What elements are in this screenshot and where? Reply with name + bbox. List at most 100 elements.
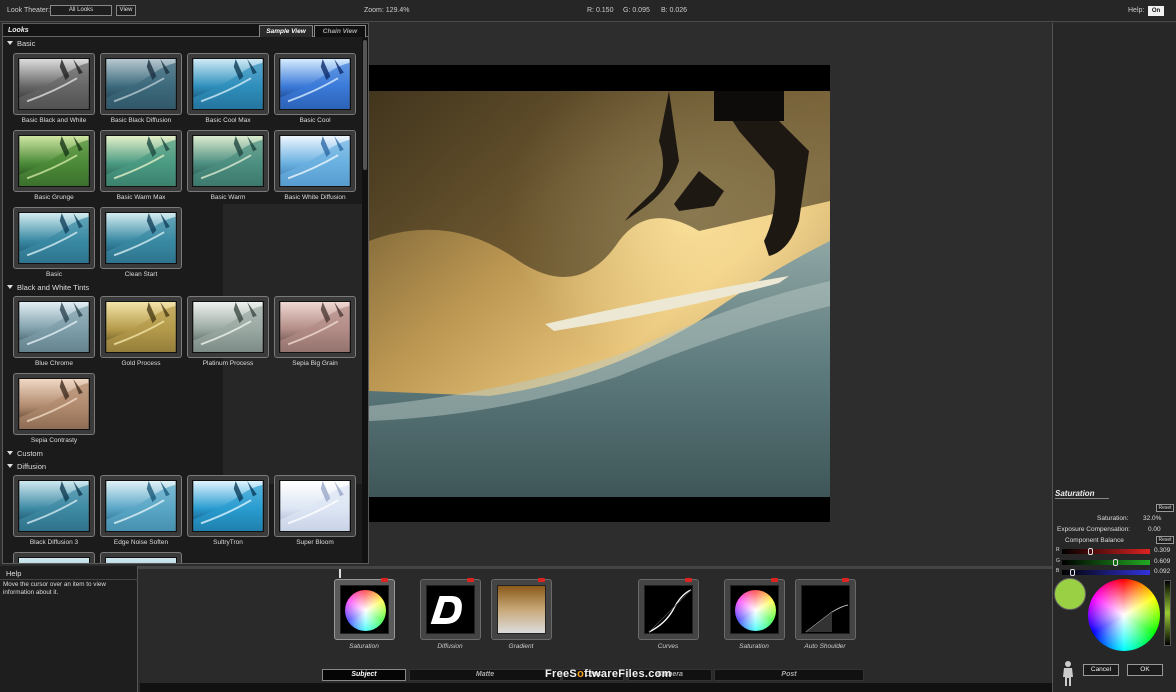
collapse-triangle-icon	[7, 285, 13, 289]
component-balance-label: Component Balance	[1065, 537, 1124, 544]
preview-image[interactable]	[369, 91, 830, 497]
exposure-value[interactable]: 0.00	[1148, 526, 1161, 533]
cancel-button[interactable]: Cancel	[1083, 664, 1119, 676]
color-swatch[interactable]	[1054, 578, 1086, 610]
reset-balance-button[interactable]: Reset	[1156, 536, 1174, 544]
tab-sample-view[interactable]: Sample View	[259, 25, 313, 37]
look-thumbnail[interactable]: Gold Process	[100, 296, 182, 374]
thumbnail-frame	[187, 475, 269, 537]
tool-saturation[interactable]	[334, 578, 395, 640]
surfer-photo-image	[369, 91, 830, 497]
look-thumbnail[interactable]: Basic Warm Max	[100, 130, 182, 208]
help-toggle[interactable]: On	[1148, 6, 1164, 16]
tool-curves[interactable]	[638, 578, 699, 640]
slider-knob[interactable]	[1087, 548, 1093, 555]
look-thumbnail[interactable]: Basic White Diffusion	[274, 130, 356, 208]
saturation-value[interactable]: 32.0%	[1143, 515, 1161, 522]
category-matte[interactable]: Matte	[409, 669, 561, 681]
slider-knob[interactable]	[1069, 569, 1075, 576]
look-thumbnail[interactable]: Sepia Contrasty	[13, 373, 95, 451]
tab-chain-view[interactable]: Chain View	[314, 25, 366, 37]
g-readout: G: 0.095	[623, 7, 650, 14]
look-thumbnail[interactable]: Basic Warm	[187, 130, 269, 208]
color-wheel-icon	[730, 585, 779, 634]
thumbnail-frame	[13, 475, 95, 537]
b-readout: B: 0.026	[661, 7, 688, 14]
reset-saturation-button[interactable]: Reset	[1156, 504, 1174, 512]
look-preview-image	[279, 58, 351, 110]
curves-icon	[644, 585, 693, 634]
look-name: Basic	[46, 271, 62, 278]
look-thumbnail[interactable]: Edge Noise Soften	[100, 475, 182, 553]
r-balance-slider[interactable]	[1062, 548, 1150, 555]
r-balance-value[interactable]: 0.309	[1154, 547, 1170, 554]
look-preview-image	[192, 135, 264, 187]
look-thumbnail[interactable]: Clean Start	[100, 207, 182, 285]
look-name: Basic White Diffusion	[284, 194, 346, 201]
r-readout: R: 0.150	[587, 7, 614, 14]
look-thumbnail[interactable]: Basic	[13, 207, 95, 285]
g-balance-slider[interactable]	[1062, 559, 1150, 566]
look-thumbnail[interactable]: Super Bloom	[274, 475, 356, 553]
saturation-label: Saturation:	[1097, 515, 1129, 522]
section-basic[interactable]: Basic	[7, 39, 362, 49]
tool-label: Gradient	[508, 643, 534, 650]
b-channel-label: B	[1056, 568, 1060, 574]
tool-reset-mark[interactable]	[538, 578, 545, 582]
look-thumbnail[interactable]: Basic Black and White	[13, 53, 95, 131]
tool-reset-mark[interactable]	[771, 578, 778, 582]
look-name: Platinum Process	[202, 360, 254, 367]
tool-reset-mark[interactable]	[381, 578, 388, 582]
watermark-text: FreeSoftwareFiles.com	[545, 668, 672, 680]
b-balance-slider[interactable]	[1062, 569, 1150, 576]
look-thumbnail[interactable]	[100, 552, 182, 563]
look-thumbnail[interactable]: Platinum Process	[187, 296, 269, 374]
look-thumbnail[interactable]: SultryTron	[187, 475, 269, 553]
tool-saturation[interactable]	[724, 578, 785, 640]
look-thumbnail[interactable]: Blue Chrome	[13, 296, 95, 374]
slider-knob[interactable]	[1112, 559, 1118, 566]
g-balance-value[interactable]: 0.609	[1154, 558, 1170, 565]
color-wheel[interactable]	[1088, 579, 1160, 651]
bottom-strip	[140, 683, 1052, 692]
ok-button[interactable]: OK	[1127, 664, 1163, 676]
tool-diffusion[interactable]	[420, 578, 481, 640]
category-subject[interactable]: Subject	[322, 669, 406, 681]
tool-reset-mark[interactable]	[467, 578, 474, 582]
look-theater-dropdown[interactable]: All Looks	[50, 5, 112, 16]
look-thumbnail[interactable]: Basic Grunge	[13, 130, 95, 208]
look-name: SultryTron	[213, 539, 243, 546]
look-thumbnail[interactable]: Sepia Big Grain	[274, 296, 356, 374]
look-thumbnail[interactable]: Black Diffusion 3	[13, 475, 95, 553]
tool-gradient[interactable]	[491, 578, 552, 640]
help-panel: Help Move the cursor over an item to vie…	[0, 566, 138, 692]
view-button[interactable]: View	[116, 5, 136, 16]
tool-reset-mark[interactable]	[685, 578, 692, 582]
timeline-bar[interactable]	[0, 566, 1052, 569]
properties-title: Saturation	[1055, 489, 1109, 499]
color-wheel-overlay	[1088, 579, 1160, 651]
exposure-label: Exposure Compensation:	[1057, 526, 1130, 533]
category-post[interactable]: Post	[714, 669, 864, 681]
look-thumbnail[interactable]	[13, 552, 95, 563]
thumbnail-frame	[13, 207, 95, 269]
scrollbar-thumb[interactable]	[363, 40, 367, 170]
tool-reset-mark[interactable]	[842, 578, 849, 582]
timeline-marker[interactable]	[339, 569, 341, 578]
b-balance-value[interactable]: 0.092	[1154, 568, 1170, 575]
brightness-slider[interactable]	[1164, 580, 1171, 646]
look-name: Gold Process	[121, 360, 161, 367]
tool-auto-shoulder[interactable]	[795, 578, 856, 640]
look-name: Super Bloom	[296, 539, 334, 546]
tool-label: Auto Shoulder	[804, 643, 846, 650]
top-toolbar: Look Theater: All Looks View Zoom: 129.4…	[0, 0, 1176, 22]
thumbnail-frame	[274, 296, 356, 358]
section-label: Basic	[17, 39, 36, 48]
look-preview-image	[192, 58, 264, 110]
look-thumbnail[interactable]: Basic Cool Max	[187, 53, 269, 131]
look-thumbnail[interactable]: Basic Black Diffusion	[100, 53, 182, 131]
thumbnail-frame	[274, 130, 356, 192]
section-diffusion[interactable]: Diffusion	[7, 462, 362, 472]
help-title: Help	[6, 569, 22, 578]
look-thumbnail[interactable]: Basic Cool	[274, 53, 356, 131]
